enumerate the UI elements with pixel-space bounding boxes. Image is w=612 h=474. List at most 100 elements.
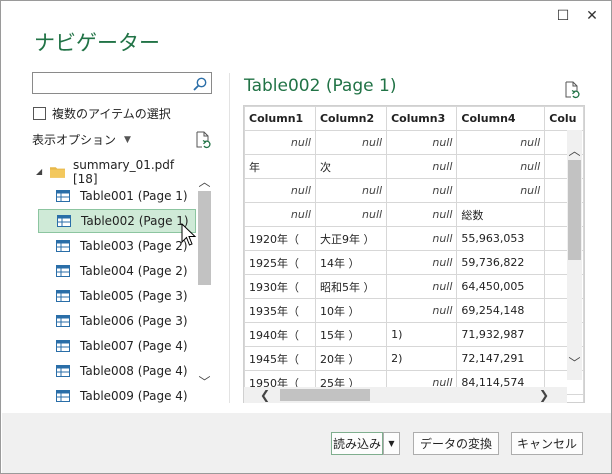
mouse-cursor-icon [181, 223, 197, 246]
preview-grid: Column1 Column2 Column3 Column4 Colu null nul… [243, 105, 585, 403]
tree-item-label: Table007 (Page 4) [80, 339, 188, 353]
table-cell: 1925年（ [244, 250, 316, 275]
display-options-label: 表示オプション [32, 133, 117, 147]
scroll-down-icon[interactable]: ﹀ [567, 354, 582, 371]
table-cell: 大正9年 ） [314, 226, 388, 251]
scroll-up-icon[interactable]: ︿ [567, 142, 582, 159]
cancel-button-label: キャンセル [516, 437, 577, 451]
table-cell: null [314, 178, 388, 203]
scroll-right-icon[interactable]: ❯ [539, 387, 549, 403]
table-row: 1945年（ 20年 ） 2) 72,147,291 [244, 346, 584, 371]
table-cell: 64,450,005 [456, 274, 546, 299]
load-button-label: 読み込み [332, 437, 381, 451]
folder-icon [49, 166, 65, 178]
table-icon [56, 240, 70, 252]
scroll-up-icon[interactable]: ︿ [197, 173, 212, 190]
tree-item-label: Table006 (Page 3) [80, 314, 188, 328]
folder-label: summary_01.pdf [18] [72, 159, 175, 186]
search-input[interactable] [32, 72, 212, 94]
dialog-footer: 読み込み ▼ データの変換 キャンセル [2, 413, 611, 473]
column-header[interactable]: Column4 [456, 106, 546, 131]
tree-item[interactable]: Table006 (Page 3) [38, 309, 196, 333]
close-button[interactable]: ✕ [583, 7, 601, 25]
preview-horizontal-scrollbar[interactable]: ❮ ❯ [244, 387, 567, 403]
table-cell: 1940年（ [244, 322, 316, 347]
tree-item-label: Table001 (Page 1) [80, 189, 188, 203]
table-cell: null [386, 178, 458, 203]
cancel-button[interactable]: キャンセル [511, 432, 583, 455]
preview-hscroll-thumb[interactable] [280, 389, 370, 401]
tree-folder[interactable]: ◢ summary_01.pdf [18] [32, 159, 197, 186]
table-cell: 20年 ） [314, 346, 388, 371]
tree-item[interactable]: Table003 (Page 2) [38, 234, 196, 258]
table-icon [56, 190, 70, 202]
table-cell: 71,932,987 [456, 322, 546, 347]
navigator-tree: ◢ summary_01.pdf [18] Table001 (Page 1) … [32, 159, 212, 405]
tree-item-label: Table005 (Page 3) [80, 289, 188, 303]
tree-item[interactable]: Table004 (Page 2) [38, 259, 196, 283]
dialog-title: ナビゲーター [34, 31, 160, 55]
tree-item[interactable]: Table007 (Page 4) [38, 334, 196, 358]
chevron-down-icon: ▼ [124, 134, 131, 145]
multi-select-toggle[interactable]: 複数のアイテムの選択 [33, 105, 171, 122]
expand-arrow-icon[interactable]: ◢ [36, 167, 44, 176]
column-header[interactable]: Column1 [244, 106, 316, 131]
table-cell: 年 [244, 154, 316, 179]
tree-item[interactable]: Table008 (Page 4) [38, 359, 196, 383]
preview-vscroll-thumb[interactable] [568, 160, 581, 260]
table-cell: null [244, 178, 316, 203]
table-cell: 55,963,053 [456, 226, 546, 251]
table-row: 1935年（ 10年 ） null 69,254,148 [244, 298, 584, 323]
preview-vertical-scrollbar[interactable]: ︿ ﹀ [567, 130, 582, 380]
table-cell: null [386, 226, 458, 251]
maximize-button[interactable]: ☐ [554, 7, 572, 25]
tree-item-label: Table004 (Page 2) [80, 264, 188, 278]
tree-item[interactable]: Table009 (Page 4) [38, 384, 196, 405]
search-icon[interactable] [192, 76, 208, 92]
table-row: 1940年（ 15年 ） 1) 71,932,987 [244, 322, 584, 347]
table-cell: 昭和5年 ） [314, 274, 388, 299]
transform-button-label: データの変換 [419, 437, 492, 451]
tree-item-label: Table002 (Page 1) [81, 214, 189, 228]
multi-select-checkbox[interactable] [33, 107, 46, 120]
panel-separator [229, 73, 230, 403]
table-row: 1930年（ 昭和5年 ） null 64,450,005 [244, 274, 584, 299]
table-cell: null [386, 250, 458, 275]
column-header[interactable]: Colu [544, 106, 584, 131]
refresh-preview-icon[interactable] [564, 81, 580, 99]
scroll-down-icon[interactable]: ﹀ [197, 373, 212, 390]
tree-scrollbar[interactable]: ︿ ﹀ [197, 163, 212, 401]
table-row: 年次 null null [244, 154, 584, 179]
table-icon [57, 215, 71, 227]
tree-scroll-thumb[interactable] [198, 191, 211, 285]
refresh-icon[interactable] [195, 131, 211, 149]
table-cell: 1920年（ [244, 226, 316, 251]
table-row: 1920年（ 大正9年 ） null 55,963,053 [244, 226, 584, 251]
table-cell: 1930年（ [244, 274, 316, 299]
table-icon [56, 315, 70, 327]
tree-item-label: Table003 (Page 2) [80, 239, 188, 253]
table-icon [56, 390, 70, 402]
preview-table: Column1 Column2 Column3 Column4 Colu null nul… [244, 106, 584, 402]
scroll-left-icon[interactable]: ❮ [260, 387, 270, 403]
tree-item[interactable]: Table001 (Page 1) [38, 184, 196, 208]
column-header[interactable]: Column3 [386, 106, 458, 131]
tree-item[interactable]: Table005 (Page 3) [38, 284, 196, 308]
chevron-down-icon: ▼ [388, 439, 395, 448]
tree-item-selected[interactable]: Table002 (Page 1) [38, 209, 196, 233]
display-options-dropdown[interactable]: 表示オプション ▼ [32, 131, 131, 148]
table-cell: 15年 ） [314, 322, 388, 347]
multi-select-label: 複数のアイテムの選択 [52, 107, 171, 121]
table-cell: 次 [314, 154, 388, 179]
table-cell: null [314, 202, 388, 227]
load-button[interactable]: 読み込み [331, 432, 383, 455]
table-cell: null [456, 154, 546, 179]
preview-title: Table002 (Page 1) [244, 76, 397, 96]
table-cell: 1945年（ [244, 346, 316, 371]
table-cell: 2) [386, 346, 458, 371]
column-header[interactable]: Column2 [314, 106, 388, 131]
table-cell: 1) [386, 322, 458, 347]
load-options-button[interactable]: ▼ [383, 432, 400, 455]
transform-data-button[interactable]: データの変換 [413, 432, 499, 455]
table-cell: null [386, 154, 458, 179]
